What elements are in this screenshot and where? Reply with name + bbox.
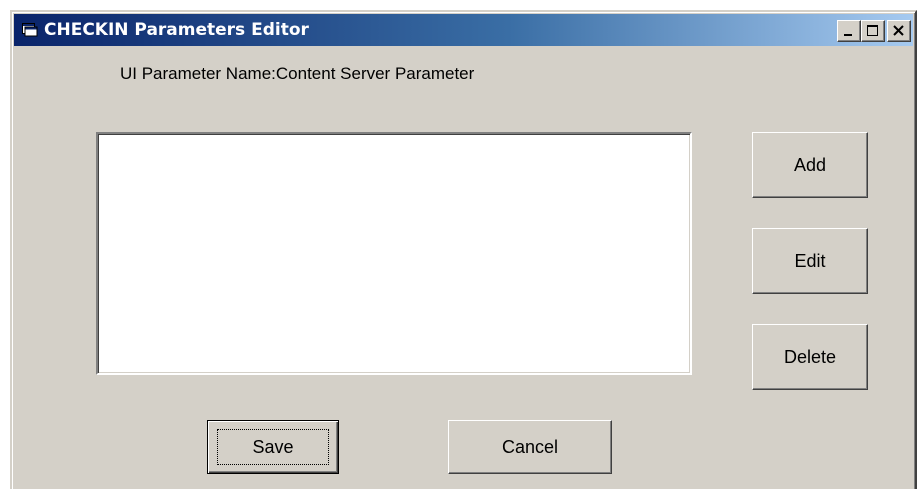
parameter-name-label: UI Parameter Name:Content Server Paramet… <box>120 64 475 83</box>
close-button[interactable] <box>887 20 911 42</box>
app-window-icon <box>22 23 38 37</box>
title-bar[interactable]: CHECKIN Parameters Editor <box>14 14 913 46</box>
window-controls <box>837 20 911 42</box>
add-button[interactable]: Add <box>752 132 868 198</box>
maximize-button[interactable] <box>861 20 885 42</box>
editor-window: CHECKIN Parameters Editor UI Parameter N… <box>10 10 917 489</box>
close-icon <box>893 25 904 36</box>
save-button-label: Save <box>217 429 329 465</box>
minimize-button[interactable] <box>837 20 861 42</box>
minimize-icon <box>844 34 852 36</box>
parameters-listbox[interactable] <box>96 132 692 375</box>
maximize-icon <box>867 25 878 36</box>
delete-button[interactable]: Delete <box>752 324 868 390</box>
save-button[interactable]: Save <box>207 420 339 474</box>
cancel-button[interactable]: Cancel <box>448 420 612 474</box>
edit-button[interactable]: Edit <box>752 228 868 294</box>
window-title: CHECKIN Parameters Editor <box>44 20 309 40</box>
